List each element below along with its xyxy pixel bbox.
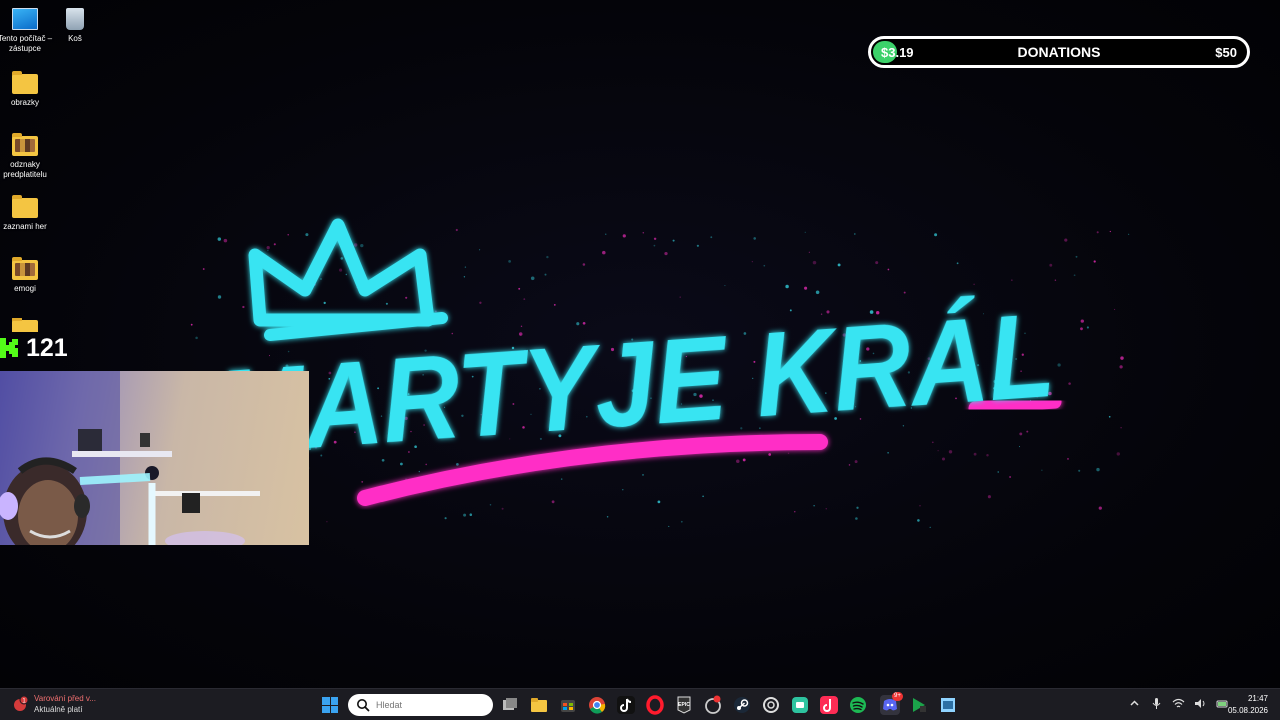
folder-icon bbox=[12, 195, 38, 218]
discord-notification-badge: 9+ bbox=[892, 692, 903, 701]
stream-logo: MARTYJE KRÁL bbox=[211, 218, 1062, 506]
app-circle-icon[interactable] bbox=[703, 695, 723, 715]
desktop-icon-label: zaznami her bbox=[3, 222, 47, 231]
taskbar: 1 Varování před v... Aktuálně platí EPIC bbox=[0, 688, 1280, 720]
system-tray bbox=[1128, 697, 1229, 710]
chatgpt-icon[interactable] bbox=[761, 695, 781, 715]
desktop-icon-label: Tento počítač – zástupce bbox=[0, 34, 53, 53]
chevron-up-icon[interactable] bbox=[1128, 697, 1141, 710]
folder-icon bbox=[12, 71, 38, 94]
desktop-icon-emogi[interactable]: emogi bbox=[0, 257, 50, 294]
donations-goal-amount: $50 bbox=[1215, 44, 1237, 60]
search-input[interactable] bbox=[376, 700, 486, 710]
chrome-icon[interactable] bbox=[587, 695, 607, 715]
notification-title: Varování před v... bbox=[34, 694, 96, 703]
webcam-scene bbox=[0, 371, 260, 545]
desktop-icon-odznaky[interactable]: odznaky predplatitelu bbox=[0, 133, 50, 180]
opera-icon[interactable] bbox=[645, 695, 665, 715]
desktop: Tento počítač – zástupce Koš obrazky odz… bbox=[0, 0, 1280, 688]
recycle-bin-icon bbox=[62, 8, 88, 30]
start-button[interactable] bbox=[322, 697, 338, 713]
kick-viewer-count: 121 bbox=[26, 333, 68, 362]
volume-icon[interactable] bbox=[1194, 697, 1207, 710]
tiktok-live-icon[interactable] bbox=[819, 695, 839, 715]
app-green-icon[interactable] bbox=[790, 695, 810, 715]
folder-pictures-icon bbox=[12, 133, 38, 156]
desktop-icon-recycle-bin[interactable]: Koš bbox=[50, 8, 100, 44]
donations-goal-bar: $3.19 DONATIONS $50 bbox=[868, 36, 1250, 68]
desktop-icon-obrazky[interactable]: obrazky bbox=[0, 71, 50, 108]
notification-subtitle: Aktuálně platí bbox=[34, 705, 83, 714]
microsoft-store-icon[interactable] bbox=[558, 695, 578, 715]
donations-label: DONATIONS bbox=[1017, 44, 1101, 60]
folder-pictures-icon bbox=[12, 257, 38, 280]
kick-logo-icon bbox=[0, 338, 18, 358]
app-box-icon[interactable] bbox=[938, 695, 958, 715]
desktop-icon-label: obrazky bbox=[10, 98, 39, 107]
search-icon bbox=[357, 699, 370, 712]
microphone-icon[interactable] bbox=[1150, 697, 1163, 710]
desktop-icon-label: odznaky predplatitelu bbox=[3, 160, 47, 179]
desktop-icon-folder[interactable] bbox=[0, 318, 50, 332]
webcam-feed bbox=[0, 371, 309, 545]
wifi-icon[interactable] bbox=[1172, 697, 1185, 710]
desktop-icon-zaznami-her[interactable]: zaznami her bbox=[0, 195, 50, 232]
desktop-icon-label: emogi bbox=[14, 284, 36, 293]
kick-viewer-counter: 121 bbox=[0, 334, 68, 362]
svg-text:EPIC: EPIC bbox=[678, 702, 690, 708]
task-view-icon[interactable] bbox=[500, 695, 520, 715]
desktop-icon-this-pc[interactable]: Tento počítač – zástupce bbox=[0, 8, 53, 54]
computer-icon bbox=[12, 8, 38, 30]
taskbar-clock[interactable]: 21:47 05.08.2026 bbox=[1228, 693, 1268, 717]
desktop-icon-label: Koš bbox=[68, 34, 82, 43]
steam-icon[interactable] bbox=[732, 695, 752, 715]
folder-icon bbox=[12, 318, 38, 332]
crown-icon bbox=[248, 218, 448, 341]
tiktok-icon[interactable] bbox=[616, 695, 636, 715]
discord-icon[interactable]: 9+ bbox=[880, 692, 903, 715]
file-explorer-icon[interactable] bbox=[529, 695, 549, 715]
clock-time: 21:47 bbox=[1247, 694, 1268, 703]
clock-date: 05.08.2026 bbox=[1227, 706, 1268, 715]
weather-warning-notification[interactable]: 1 Varování před v... Aktuálně platí bbox=[12, 693, 96, 715]
taskbar-search[interactable] bbox=[348, 694, 493, 716]
spotify-icon[interactable] bbox=[848, 695, 868, 715]
epic-games-icon[interactable]: EPIC bbox=[674, 695, 694, 715]
warning-icon: 1 bbox=[14, 696, 28, 711]
app-arrow-icon[interactable] bbox=[909, 695, 929, 715]
